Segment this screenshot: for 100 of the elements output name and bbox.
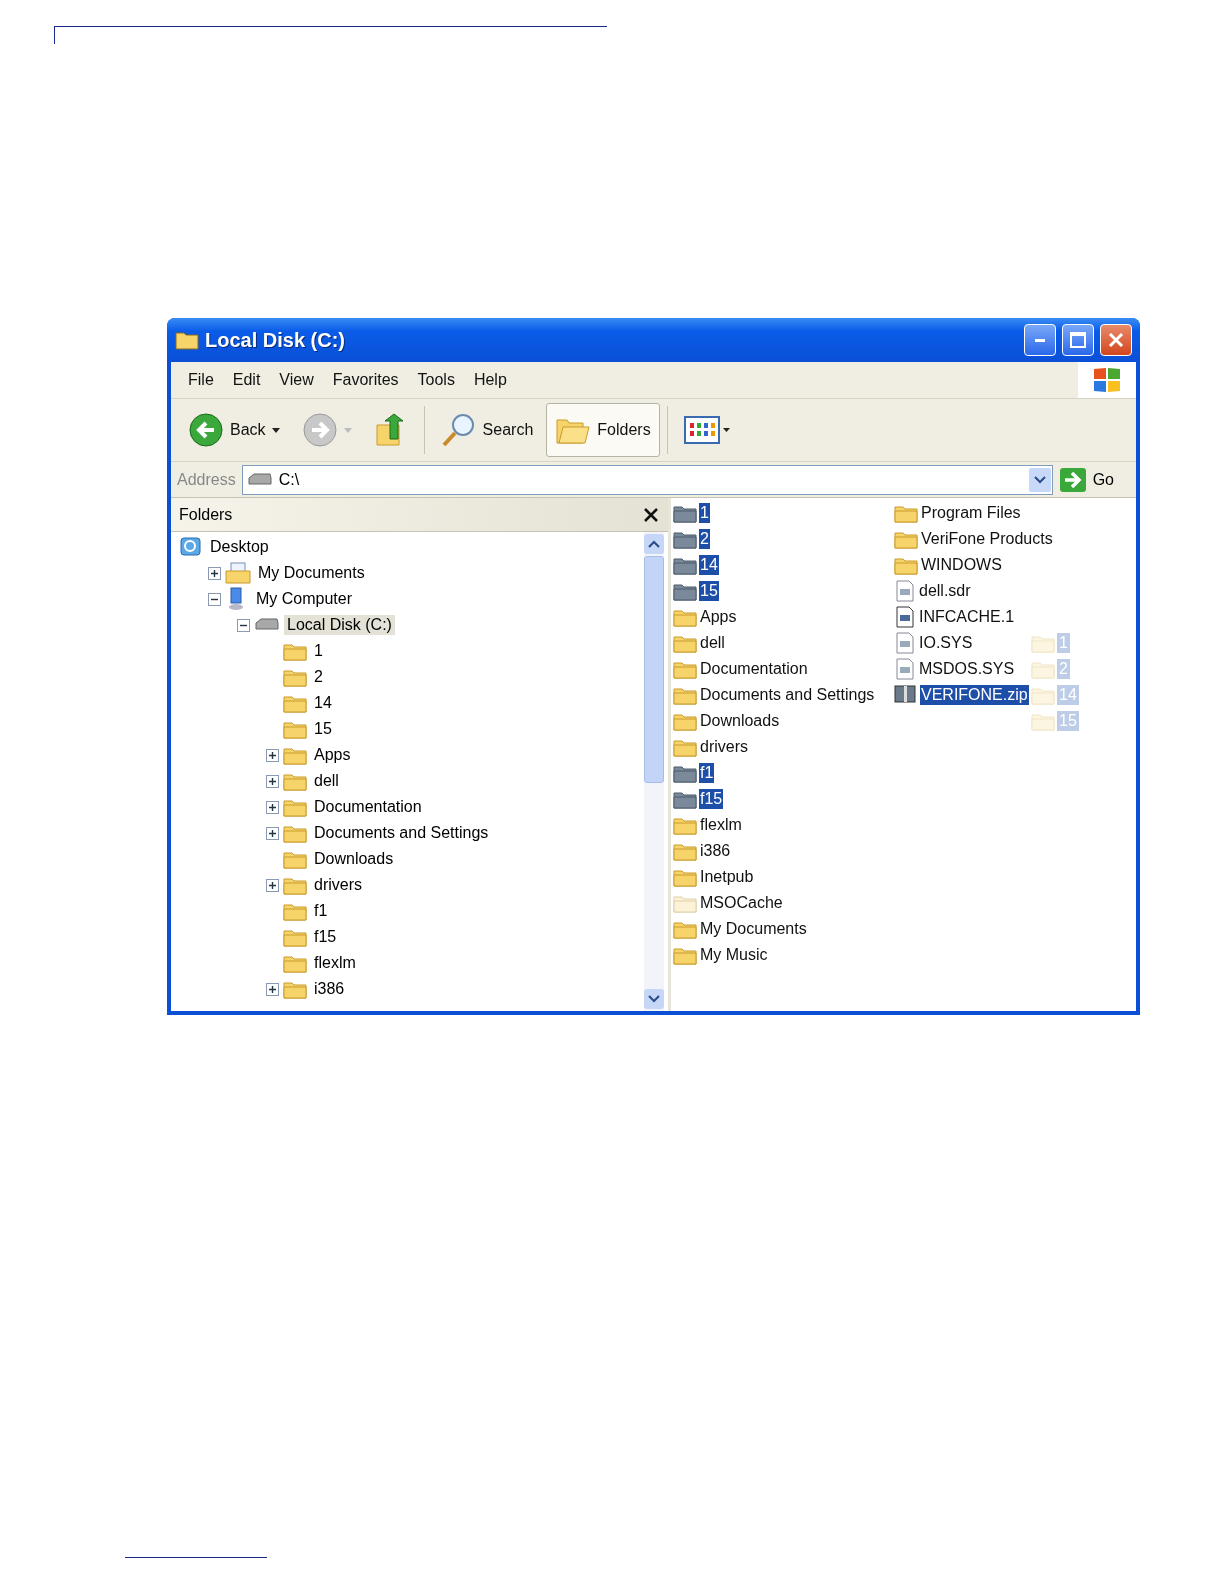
tree-item[interactable]: 15 — [311, 719, 335, 739]
list-item[interactable]: Apps — [699, 607, 738, 627]
back-button[interactable]: Back — [179, 403, 289, 457]
expand-toggle[interactable] — [266, 748, 279, 762]
folder-icon — [673, 607, 697, 627]
tree-item[interactable]: 1 — [311, 641, 326, 661]
tree-item[interactable]: Local Disk (C:) — [284, 615, 395, 635]
folder-icon — [673, 529, 697, 549]
list-item[interactable]: 14 — [699, 555, 719, 575]
list-item[interactable]: dell.sdr — [918, 581, 972, 601]
folder-icon — [673, 711, 697, 731]
folder-icon — [673, 789, 697, 809]
list-item[interactable]: My Documents — [699, 919, 808, 939]
expand-toggle[interactable] — [208, 566, 221, 580]
list-item[interactable]: drivers — [699, 737, 749, 757]
folder-icon — [283, 667, 307, 687]
folder-icon — [283, 693, 307, 713]
tree-item[interactable]: f15 — [311, 927, 340, 947]
chevron-down-icon — [648, 995, 660, 1003]
tree-item[interactable]: Downloads — [311, 849, 397, 869]
tree-item[interactable]: 14 — [311, 693, 335, 713]
list-item[interactable]: Downloads — [699, 711, 781, 731]
list-item[interactable]: VERIFONE.zip — [920, 685, 1029, 705]
folders-button[interactable]: Folders — [546, 403, 660, 457]
menu-item[interactable]: File — [181, 371, 226, 389]
expand-toggle[interactable] — [266, 826, 279, 840]
list-item[interactable]: Inetpub — [699, 867, 755, 887]
list-item[interactable]: INFCACHE.1 — [918, 607, 1016, 627]
folder-icon — [283, 953, 307, 973]
folder-icon — [283, 979, 307, 999]
folder-icon — [673, 867, 697, 887]
address-field[interactable]: C:\ — [241, 464, 1053, 495]
folder-icon — [673, 581, 697, 601]
menu-item[interactable]: Edit — [225, 371, 273, 389]
menu-item[interactable]: Help — [466, 371, 519, 389]
close-button[interactable] — [1100, 324, 1132, 356]
dropdown-button[interactable] — [1028, 467, 1051, 492]
close-icon — [1108, 332, 1124, 348]
list-item[interactable]: f15 — [699, 789, 724, 809]
collapse-toggle[interactable] — [208, 592, 221, 606]
folder-icon — [283, 771, 307, 791]
list-item[interactable]: IO.SYS — [918, 633, 974, 653]
list-item[interactable]: MSOCache — [699, 893, 784, 913]
folder-icon — [283, 719, 307, 739]
plus-icon — [268, 880, 277, 890]
pane-title: Folders — [179, 505, 233, 524]
tree-item[interactable]: f1 — [311, 901, 331, 921]
list-item[interactable]: MSDOS.SYS — [918, 659, 1016, 679]
caret-icon — [271, 427, 280, 433]
go-button[interactable]: Go — [1058, 466, 1130, 493]
menu-item[interactable]: View — [272, 371, 326, 389]
folder-icon — [673, 737, 697, 757]
close-icon[interactable] — [644, 507, 658, 522]
folder-icon — [673, 685, 697, 705]
tree-item[interactable]: My Documents — [255, 563, 368, 583]
list-item[interactable]: flexlm — [699, 815, 743, 835]
search-button[interactable]: Search — [431, 403, 543, 457]
collapse-toggle[interactable] — [237, 618, 250, 632]
folder-icon — [283, 901, 307, 921]
tree-item[interactable]: Documentation — [311, 797, 425, 817]
folder-icon — [673, 555, 697, 575]
tree-item[interactable]: My Computer — [253, 589, 356, 609]
list-item[interactable]: Program Files — [920, 503, 1022, 523]
expand-toggle[interactable] — [266, 800, 279, 814]
list-item[interactable]: Documents and Settings — [699, 685, 876, 705]
maximize-button[interactable] — [1062, 324, 1094, 356]
list-item[interactable]: 2 — [699, 529, 710, 549]
tree-item[interactable]: Desktop — [207, 537, 272, 557]
list-item[interactable]: Documentation — [699, 659, 809, 679]
list-item[interactable]: My Music — [699, 945, 769, 965]
list-item[interactable]: i386 — [699, 841, 732, 861]
menu-item[interactable]: Tools — [410, 371, 467, 389]
folder-icon — [283, 641, 307, 661]
tree-item[interactable]: drivers — [311, 875, 365, 895]
document-icon — [894, 658, 916, 680]
expand-toggle[interactable] — [266, 982, 279, 996]
folder-icon — [894, 503, 918, 523]
list-item[interactable]: VeriFone Products — [920, 529, 1054, 549]
expand-toggle[interactable] — [266, 878, 279, 892]
tree-item[interactable]: Apps — [311, 745, 354, 765]
list-item[interactable]: dell — [699, 633, 726, 653]
list-item[interactable]: 15 — [699, 581, 719, 601]
minimize-button[interactable] — [1024, 324, 1056, 356]
chevron-up-icon — [648, 540, 660, 548]
plus-icon — [268, 750, 277, 760]
folder-icon — [673, 503, 697, 523]
tree-item[interactable]: 2 — [311, 667, 326, 687]
list-item[interactable]: WINDOWS — [920, 555, 1003, 575]
document-icon — [894, 580, 916, 602]
list-item[interactable]: 1 — [699, 503, 710, 523]
scrollbar[interactable] — [644, 532, 664, 1011]
tree-item[interactable]: flexlm — [311, 953, 359, 973]
folder-icon — [673, 763, 697, 783]
menu-item[interactable]: Favorites — [325, 371, 411, 389]
expand-toggle[interactable] — [266, 774, 279, 788]
tree-item[interactable]: Documents and Settings — [311, 823, 492, 843]
tree-item[interactable]: dell — [311, 771, 342, 791]
list-item[interactable]: f1 — [699, 763, 715, 783]
tree-item[interactable]: i386 — [311, 979, 348, 999]
folder-icon — [283, 745, 307, 765]
